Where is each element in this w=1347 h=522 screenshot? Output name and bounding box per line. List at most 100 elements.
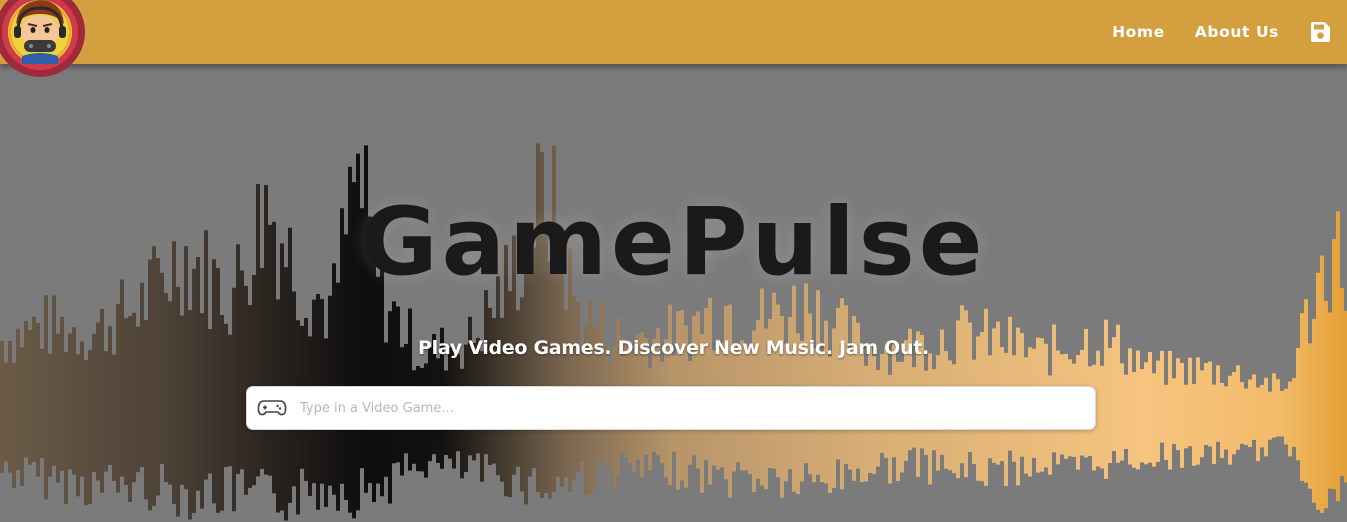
waveform-bar (1124, 374, 1128, 449)
waveform-bar (1180, 362, 1184, 468)
waveform-bar (1296, 347, 1300, 461)
waveform-bar (960, 305, 964, 464)
waveform-bar (1208, 361, 1212, 447)
nav-links: Home About Us (1112, 0, 1331, 64)
waveform-bar (1292, 378, 1296, 447)
waveform-bar (84, 360, 88, 506)
waveform-bar (1100, 365, 1104, 469)
waveform-bar (1232, 371, 1236, 455)
waveform-bar (48, 353, 52, 477)
waveform-bar (0, 340, 4, 474)
waveform-bar (1224, 386, 1228, 450)
waveform-bar (160, 272, 164, 465)
waveform-bar (376, 276, 380, 484)
waveform-bar (44, 295, 48, 500)
waveform-bar (844, 305, 848, 464)
waveform-bar (1192, 383, 1196, 466)
waveform-bar (76, 354, 80, 497)
waveform-bar (1256, 387, 1260, 462)
waveform-bar (1264, 377, 1268, 457)
waveform-bar (396, 306, 400, 463)
waveform-bar (1108, 347, 1112, 464)
waveform-bar (168, 301, 172, 485)
waveform-bar (332, 263, 336, 495)
floppy-disk-icon[interactable] (1309, 21, 1331, 43)
top-navbar: Home About Us (0, 0, 1347, 64)
waveform-bar (1184, 384, 1188, 449)
waveform-bar (140, 282, 144, 468)
waveform-bar (1156, 360, 1160, 462)
waveform-bar (1280, 390, 1284, 437)
waveform-bar (64, 351, 68, 505)
waveform-bar (1096, 350, 1100, 467)
waveform-bar (1144, 362, 1148, 465)
waveform-bar (1308, 343, 1312, 489)
waveform-bar (1268, 391, 1272, 440)
waveform-bar (260, 267, 264, 469)
gamer-mascot-logo[interactable] (0, 0, 86, 78)
waveform-bar (1120, 363, 1124, 461)
waveform-bar (600, 300, 604, 468)
waveform-bar (192, 268, 196, 513)
waveform-bar (1128, 348, 1132, 465)
waveform-bar (232, 287, 236, 512)
waveform-bar (8, 340, 12, 473)
waveform-bar (816, 290, 820, 475)
waveform-bar (40, 348, 44, 459)
waveform-bar (116, 303, 120, 493)
waveform-bar (20, 347, 24, 486)
gamepad-icon (257, 399, 287, 417)
waveform-bar (1252, 374, 1256, 440)
waveform-bar (88, 350, 92, 504)
waveform-bar (1244, 388, 1248, 446)
waveform-bar (104, 351, 108, 472)
video-game-search-input[interactable] (298, 387, 1095, 429)
waveform-bar (1276, 379, 1280, 437)
waveform-bar (1212, 384, 1216, 464)
waveform-bar (1136, 350, 1140, 470)
search-bar (246, 386, 1096, 430)
waveform-bar (392, 301, 396, 464)
waveform-bar (80, 341, 84, 477)
waveform-bar (1272, 373, 1276, 438)
waveform-bar (52, 295, 56, 466)
waveform-bar (1240, 382, 1244, 444)
waveform-bar (112, 354, 116, 481)
waveform-bar (1260, 384, 1264, 448)
waveform-bar (1160, 350, 1164, 443)
nav-about-us-link[interactable]: About Us (1195, 23, 1279, 41)
waveform-bar (1340, 287, 1344, 476)
waveform-bar (1304, 299, 1308, 483)
waveform-bar (804, 283, 808, 464)
waveform-bar (216, 268, 220, 513)
waveform-bar (148, 259, 152, 511)
nav-home-link[interactable]: Home (1112, 23, 1165, 41)
waveform-bar (1204, 363, 1208, 445)
waveform-bar (1284, 388, 1288, 445)
waveform-bar (1324, 300, 1328, 509)
waveform-bar (1200, 370, 1204, 458)
waveform-bar (1216, 365, 1220, 442)
waveform-bar (4, 362, 8, 462)
waveform-bar (252, 274, 256, 486)
page: Home About Us GamePulse Play Video Games… (0, 0, 1347, 522)
waveform-bar (836, 307, 840, 460)
waveform-bar (240, 270, 244, 470)
waveform-bar (1316, 272, 1320, 510)
waveform-bar (1236, 365, 1240, 450)
waveform-bar (496, 276, 500, 476)
waveform-bar (1164, 384, 1168, 461)
waveform-bar (704, 308, 708, 461)
waveform-bar (164, 293, 168, 483)
waveform-bar (1248, 379, 1252, 448)
hero-subtitle: Play Video Games. Discover New Music. Ja… (418, 337, 929, 359)
waveform-bar (1220, 382, 1224, 458)
waveform-bar (1228, 375, 1232, 465)
waveform-bar (1188, 357, 1192, 447)
waveform-bar (176, 286, 180, 517)
waveform-bar (1196, 357, 1200, 465)
waveform-bar (1140, 369, 1144, 463)
waveform-bar (1132, 372, 1136, 468)
waveform-bar (1148, 351, 1152, 463)
waveform-bar (12, 362, 16, 489)
